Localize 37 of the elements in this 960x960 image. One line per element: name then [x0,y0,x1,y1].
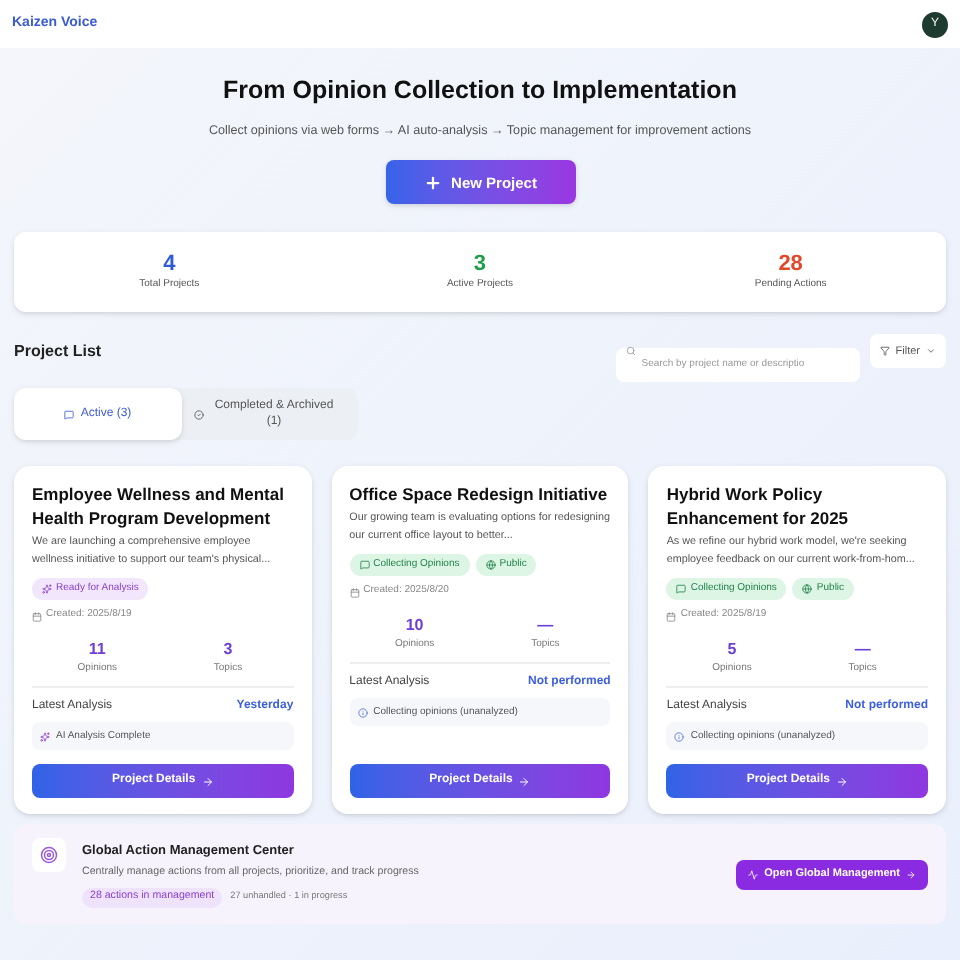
globe-icon [802,584,813,595]
search-icon [625,346,636,357]
info-icon [357,707,368,718]
arrow-right-icon [836,775,848,788]
stat-value: 28 [778,252,803,278]
globe-icon [485,560,496,571]
stat-value: 3 [473,252,487,278]
topics-count: — [854,637,871,662]
chat-icon [359,560,370,571]
check-circle-icon [194,409,204,420]
arrow-right-icon [201,775,214,788]
calendar-icon [349,587,360,598]
sparkle-icon [42,584,52,595]
filter-icon [879,346,890,357]
target-icon [32,838,66,873]
info-icon [674,731,685,742]
chat-icon [64,409,75,420]
chevron-down-icon [926,346,936,357]
project-title: Hybrid Work Policy Enhancement for 2025 [666,482,851,531]
project-title: Office Space Redesign Initiative [349,482,610,507]
opinions-count: 11 [88,637,106,662]
calendar-icon [666,611,677,622]
stat-value: 4 [163,252,176,279]
opinions-count: 10 [405,613,424,638]
topics-count: — [537,613,554,638]
hero-title: From Opinion Collection to Implementation [223,74,737,106]
section-title: Project List [14,339,102,364]
project-title: Employee Wellness and Mental Health Program Development [32,482,286,531]
calendar-icon [32,611,42,622]
activity-icon [748,869,759,880]
plus-icon [423,173,442,192]
topics-count: 3 [223,637,233,662]
chat-icon [676,584,687,595]
sparkle-icon [40,731,50,742]
arrow-right-icon [906,869,916,880]
arrow-right-icon [518,775,531,788]
opinions-count: 5 [727,637,737,662]
